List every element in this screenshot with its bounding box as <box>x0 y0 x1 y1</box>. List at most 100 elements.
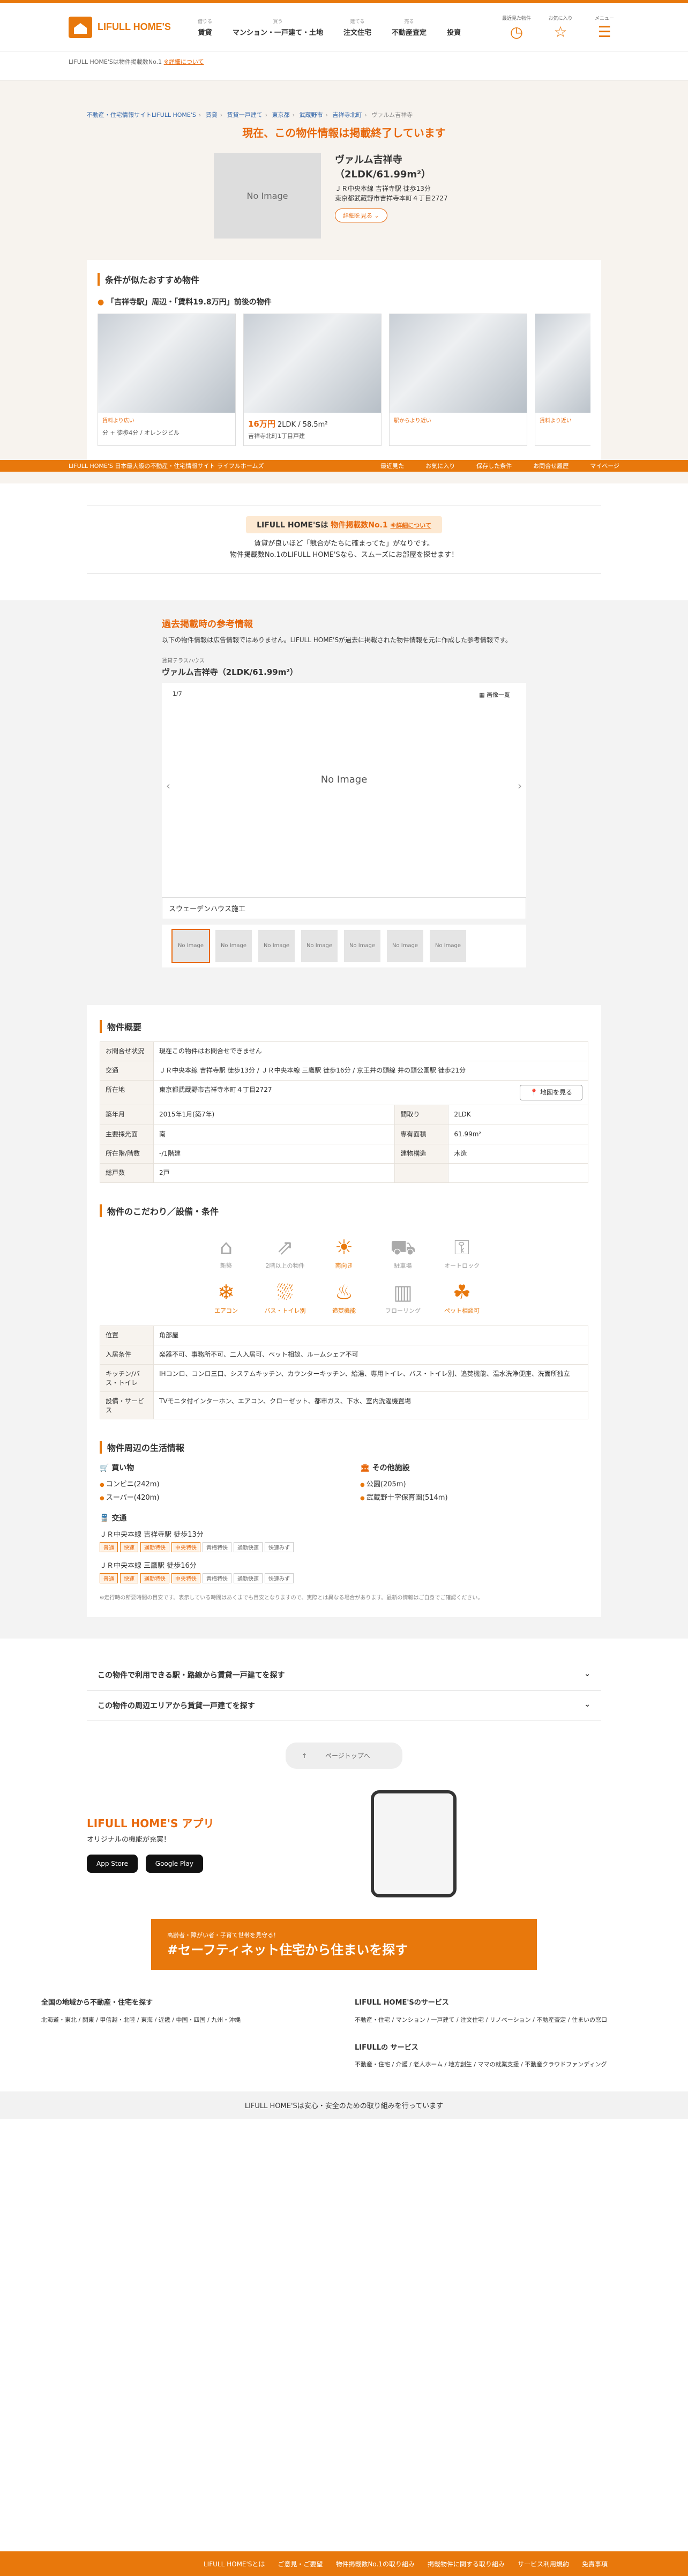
ended-property: No Image ヴァルム吉祥寺（2LDK/61.99m²） ＪＲ中央本線 吉祥… <box>87 153 601 239</box>
googleplay-button[interactable]: Google Play <box>145 1855 203 1873</box>
nav-build[interactable]: 建てる 注文住宅 <box>343 18 371 37</box>
recent-button[interactable]: 最近見た物件 ◷ <box>502 14 532 41</box>
image-gallery: 1/7 ▦ 画像一覧 No Image ‹ › <box>162 682 526 897</box>
feature-label: ペット相談可 <box>444 1307 480 1315</box>
station-item: ＪＲ中央本線 三鷹駅 徒歩16分 普通 快速 通勤特快 中央特快 青梅特快 通勤快速 快速み… <box>100 1560 588 1584</box>
breadcrumb: 不動産・住宅情報サイトLIFULL HOME'S › 賃貸 › 賃貸一戸建て › 東京… <box>87 111 413 118</box>
crumb-rent[interactable]: 賃貸 <box>206 111 218 118</box>
life-info: 🛒 買い物 コンビニ(242m)スーパー(420m) 🏛 その他施設 公園(20… <box>100 1462 588 1505</box>
feature-icon: ⛆ <box>276 1280 294 1305</box>
footer-link[interactable]: 掲載物件に関する取り組み <box>428 2559 505 2568</box>
past-note: 以下の物件情報は広告情報ではありません。LIFULL HOME'Sが過去に掲載さ… <box>162 636 512 644</box>
card-photo <box>390 314 527 413</box>
nav-buy[interactable]: 買う マンション・一戸建て・土地 <box>233 18 323 37</box>
map-button[interactable]: 📍 地図を見る <box>520 1085 582 1101</box>
thumbnail[interactable]: No Image <box>215 929 252 962</box>
page-top-button[interactable]: ↑ ページトップへ <box>286 1743 402 1769</box>
accordion-area[interactable]: この物件の周辺エリアから賃貸一戸建てを探す ⌄ <box>87 1691 601 1722</box>
page-top: ↑ ページトップへ <box>0 1743 688 1769</box>
site-logo[interactable]: LIFULL HOME'S <box>69 17 171 38</box>
ended-title: 現在、この物件情報は掲載終了しています <box>242 126 446 139</box>
sticky-recent[interactable]: 最近見た <box>380 461 404 470</box>
life-note: ※走行時の所要時間の目安です。表示している時間はあくまでも目安となりますので、実… <box>100 1595 483 1602</box>
sticky-mypage[interactable]: マイページ <box>590 461 619 470</box>
recommend-section: 条件が似たおすすめ物件 ● 「吉祥寺駅」周辺・「賃料19.8万円」前後の物件 賃… <box>0 260 688 483</box>
no1-detail-link[interactable]: ※詳細について <box>391 522 431 529</box>
accordion-station[interactable]: この物件で利用できる駅・路線から賃貸一戸建てを探す ⌄ <box>87 1660 601 1691</box>
service-links[interactable]: 不動産・住宅 / マンション / 一戸建て / 注文住宅 / リノベーション /… <box>355 2015 647 2026</box>
site-header: LIFULL HOME'S 借りる 賃貸 買う マンション・一戸建て・土地 建てる注… <box>0 0 688 80</box>
sticky-logo[interactable]: LIFULL HOME'S 日本最大級の不動産・住宅情報サイト ライフルホームズ <box>69 461 264 470</box>
sticky-nav-bar: LIFULL HOME'S 日本最大級の不動産・住宅情報サイト ライフルホームズ… <box>0 460 688 472</box>
nav-rent[interactable]: 借りる 賃貸 <box>198 18 212 37</box>
thumbnail[interactable]: No Image <box>301 929 338 962</box>
feature-icon: ▥ <box>393 1280 413 1305</box>
crumb-pref[interactable]: 東京都 <box>272 111 290 118</box>
card-photo <box>244 314 381 413</box>
feature-icon-item: ♨ 追焚機能 <box>323 1278 365 1315</box>
appstore-button[interactable]: App Store <box>87 1855 138 1873</box>
footer-link[interactable]: 免責事項 <box>582 2559 608 2568</box>
next-image-icon[interactable]: › <box>518 779 522 792</box>
region-links[interactable]: 北海道・東北 / 関東 / 甲信越・北陸 / 東海 / 近畿 / 中国・四国 /… <box>41 2015 333 2026</box>
thumbnail[interactable]: No Image <box>387 929 423 962</box>
thumbnail-strip: No Image No Image No Image No Image No I… <box>162 924 526 967</box>
feature-icon-item: ⌂ 新築 <box>205 1233 248 1270</box>
crumb-house[interactable]: 賃貸一戸建て <box>227 111 263 118</box>
no1-text-2: 物件掲載数No.1のLIFULL HOME'Sなら、スムーズにお部屋を探せます！ <box>229 550 459 559</box>
recommend-card[interactable]: 賃料より近い <box>535 314 590 446</box>
recommend-card[interactable]: 賃料より広い 分 + 徒歩4分 / オレンジビル <box>98 314 236 446</box>
feature-label: 追焚機能 <box>332 1307 356 1315</box>
building-icon: 🏛 <box>360 1464 370 1473</box>
feature-label: フローリング <box>385 1307 421 1315</box>
train-icon: 🚆 <box>100 1514 109 1523</box>
favorite-button[interactable]: お気に入り ☆ <box>545 14 575 41</box>
lifull-links[interactable]: 不動産・住宅 / 介護 / 老人ホーム / 地方創生 / ママの就業支援 / 不… <box>355 2059 647 2070</box>
nav-sell[interactable]: 売る 不動産査定 <box>392 18 427 37</box>
overview-section: 物件概要 お問合せ状況 現在この物件はお問合せできません 交通 ＪＲ中央本線 吉祥寺… <box>0 983 688 1639</box>
thumbnail[interactable]: No Image <box>258 929 295 962</box>
footer-link[interactable]: ご意見・ご要望 <box>278 2559 323 2568</box>
features-table: 位置 角部屋 入居条件 楽器不可、事務所不可、二人入居可、ペット相談、ルームシェア不… <box>100 1326 588 1420</box>
menu-button[interactable]: メニュー ☰ <box>589 14 619 41</box>
prev-image-icon[interactable]: ‹ <box>166 779 170 792</box>
feature-icon: ☘ <box>452 1280 472 1305</box>
app-sub: オリジナルの機能が充実！ <box>87 1836 171 1844</box>
feature-icon-item: ▥ フローリング <box>382 1278 424 1315</box>
sticky-saved[interactable]: 保存した条件 <box>476 461 512 470</box>
sticky-inquiry[interactable]: お問合せ履歴 <box>533 461 569 470</box>
recommend-sub: ● 「吉祥寺駅」周辺・「賃料19.8万円」前後の物件 <box>98 298 272 307</box>
life-title: 物件周辺の生活情報 <box>100 1441 588 1454</box>
recommend-card[interactable]: 16万円 2LDK / 58.5m² 吉祥寺北町1丁目戸建 <box>243 314 382 446</box>
safety-net-banner[interactable]: 高齢者・障がい者・子育て世帯を見守る！ #セーフティネット住宅から住まいを探す <box>151 1919 537 1970</box>
footer-link[interactable]: LIFULL HOME'Sとは <box>204 2559 265 2568</box>
shop-heading: 🛒 買い物 <box>100 1464 134 1473</box>
thumbnail[interactable]: No Image <box>344 929 380 962</box>
past-title: 過去掲載時の参考情報 <box>162 619 253 630</box>
detail-button[interactable]: 詳細を見る ⌄ <box>335 209 387 222</box>
feature-label: エアコン <box>214 1307 238 1315</box>
header-icons: 最近見た物件 ◷ お気に入り ☆ メニュー ☰ <box>502 14 619 41</box>
chevron-down-icon: ⌄ <box>584 1670 590 1679</box>
star-icon: ☆ <box>554 23 567 41</box>
phone-image <box>371 1790 457 1898</box>
recommend-heading: 条件が似たおすすめ物件 <box>98 273 590 286</box>
footer-link[interactable]: 物件掲載数No.1の取り組み <box>335 2559 415 2568</box>
footer-bottom-bar: LIFULL HOME'Sとは ご意見・ご要望 物件掲載数No.1の取り組み 掲… <box>0 2551 688 2576</box>
search-accordion: この物件で利用できる駅・路線から賃貸一戸建てを探す ⌄ この物件の周辺エリアから賃… <box>87 1660 601 1722</box>
crumb-top[interactable]: 不動産・住宅情報サイトLIFULL HOME'S <box>87 111 196 118</box>
crumb-city[interactable]: 武蔵野市 <box>300 111 323 118</box>
footer-link[interactable]: サービス利用規約 <box>518 2559 569 2568</box>
home-logo-icon <box>69 17 92 38</box>
crumb-town[interactable]: 吉祥寺北町 <box>332 111 362 118</box>
image-counter: 1/7 <box>173 690 182 697</box>
thumbnail[interactable]: No Image <box>430 929 466 962</box>
sticky-favorite[interactable]: お気に入り <box>425 461 455 470</box>
subhead-detail-link[interactable]: ※詳細について <box>164 58 204 65</box>
recommend-card[interactable]: 駅からより近い <box>389 314 527 446</box>
cart-icon: 🛒 <box>100 1464 109 1473</box>
image-list-button[interactable]: ▦ 画像一覧 <box>479 690 510 699</box>
thumbnail[interactable]: No Image <box>171 928 210 963</box>
nav-invest[interactable]: 投資 <box>447 25 461 37</box>
app-title: LIFULL HOME'S アプリ <box>87 1817 214 1830</box>
